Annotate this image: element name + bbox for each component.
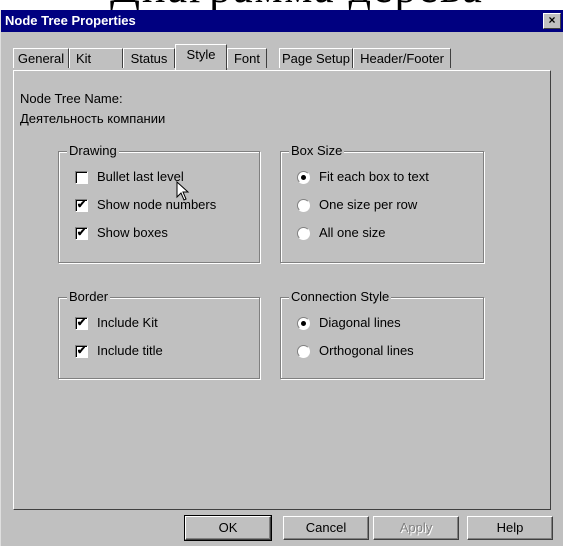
- fit-each-box-label: Fit each box to text: [319, 169, 429, 184]
- border-group-title: Border: [67, 289, 111, 304]
- tab-style[interactable]: Style: [175, 44, 227, 70]
- title-bar: Node Tree Properties ×: [1, 10, 563, 32]
- one-size-per-row-label: One size per row: [319, 197, 418, 212]
- drawing-group: Drawing Bullet last level ✔ Show node nu…: [58, 143, 260, 263]
- window-title: Node Tree Properties: [5, 13, 136, 28]
- all-one-size-label: All one size: [319, 225, 386, 240]
- show-node-numbers-label: Show node numbers: [97, 197, 217, 212]
- cancel-button[interactable]: Cancel: [283, 516, 369, 540]
- radio-selected-icon: [297, 171, 310, 184]
- connection-style-group: Connection Style Diagonal lines Orthogon…: [280, 289, 484, 379]
- close-icon: ×: [548, 13, 556, 27]
- style-tab-panel: Node Tree Name: Деятельность компании Dr…: [13, 70, 551, 510]
- radio-icon: [297, 345, 310, 358]
- orthogonal-lines-label: Orthogonal lines: [319, 343, 414, 358]
- box-size-group: Box Size Fit each box to text One size p…: [280, 143, 484, 263]
- apply-button[interactable]: Apply: [373, 516, 459, 540]
- node-tree-name-value: Деятельность компании: [20, 111, 166, 126]
- connection-style-group-title: Connection Style: [289, 289, 392, 304]
- tab-kit[interactable]: Kit: [69, 48, 123, 68]
- tab-general[interactable]: General: [13, 48, 69, 68]
- page-heading-fragment: Диаграмма дерева: [0, 0, 563, 10]
- help-button[interactable]: Help: [467, 516, 553, 540]
- checkmark-icon: ✔: [75, 227, 88, 240]
- tab-header-footer[interactable]: Header/Footer: [353, 48, 451, 68]
- bullet-last-level-label: Bullet last level: [97, 169, 184, 184]
- tab-page-setup[interactable]: Page Setup: [279, 48, 353, 68]
- tab-kit-label: Kit: [76, 51, 92, 66]
- include-kit-label: Include Kit: [97, 315, 158, 330]
- radio-icon: [297, 227, 310, 240]
- close-button[interactable]: ×: [543, 13, 561, 29]
- checkmark-icon: ✔: [75, 199, 88, 212]
- tab-status[interactable]: Status: [123, 48, 175, 68]
- checkmark-icon: ✔: [75, 345, 88, 358]
- show-boxes-label: Show boxes: [97, 225, 168, 240]
- node-tree-name-label: Node Tree Name:: [20, 91, 123, 106]
- radio-icon: [297, 199, 310, 212]
- box-size-group-title: Box Size: [289, 143, 345, 158]
- mouse-cursor-icon: [176, 181, 190, 201]
- radio-selected-icon: [297, 317, 310, 330]
- diagonal-lines-label: Diagonal lines: [319, 315, 401, 330]
- checkmark-icon: ✔: [75, 317, 88, 330]
- node-tree-properties-dialog: Node Tree Properties × General Kit Statu…: [0, 10, 563, 546]
- border-group: Border ✔ Include Kit ✔ Include title: [58, 289, 260, 379]
- checkbox-box: [75, 171, 88, 184]
- tab-font[interactable]: Font: [227, 48, 267, 68]
- drawing-group-title: Drawing: [67, 143, 119, 158]
- include-title-label: Include title: [97, 343, 163, 358]
- ok-button[interactable]: OK: [184, 515, 272, 541]
- page-heading: Диаграмма дерева: [110, 0, 484, 10]
